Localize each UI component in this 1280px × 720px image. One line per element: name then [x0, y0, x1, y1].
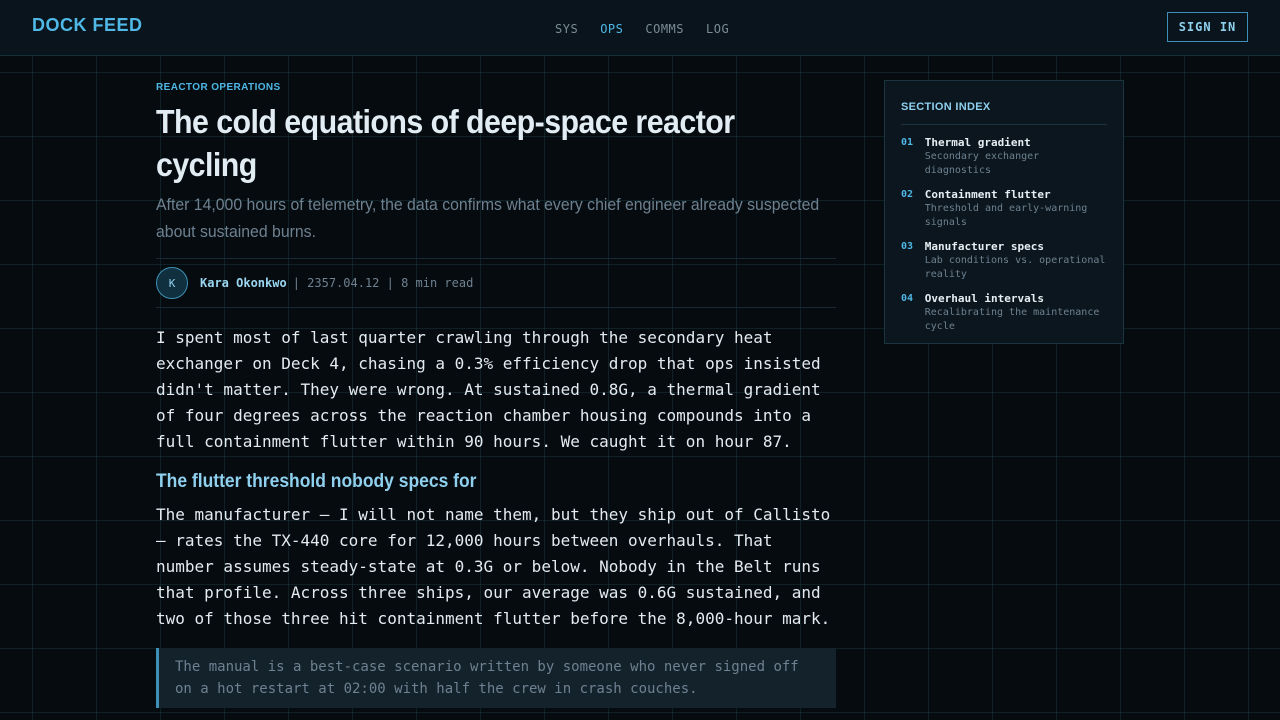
article-title: The cold equations of deep-space reactor… [156, 103, 735, 183]
article-dek: After 14,000 hours of telemetry, the dat… [156, 195, 820, 241]
article-meta: | 2357.04.12 | 8 min read [292, 276, 474, 290]
toc-item-number: 02 [901, 189, 914, 200]
nav-link-ops[interactable]: OPS [600, 22, 623, 36]
toc-item-number: 04 [901, 293, 914, 304]
toc-item-label: Thermal gradient [924, 136, 1031, 149]
article-paragraph-2: The manufacturer — I will not name them,… [156, 505, 831, 628]
toc-item-body: Thermal gradient Secondary exchanger dia… [925, 136, 1107, 177]
main-nav: SYS OPS COMMS LOG [555, 22, 729, 36]
toc-item-manufacturer-specs[interactable]: 03 Manufacturer specs Lab conditions vs.… [901, 240, 1107, 281]
nav-link-log[interactable]: LOG [706, 22, 729, 36]
author-name[interactable]: Kara Okonkwo [200, 276, 287, 290]
toc-item-body: Overhaul intervals Recalibrating the mai… [925, 292, 1107, 333]
article-subhead: The flutter threshold nobody specs for [156, 471, 477, 492]
toc-item-containment-flutter[interactable]: 02 Containment flutter Threshold and ear… [901, 188, 1107, 229]
toc-item-thermal-gradient[interactable]: 01 Thermal gradient Secondary exchanger … [901, 136, 1107, 177]
top-bar: DOCK FEED SYS OPS COMMS LOG SIGN IN [0, 0, 1280, 56]
nav-link-comms[interactable]: COMMS [645, 22, 684, 36]
toc-item-desc: Secondary exchanger diagnostics [924, 151, 1040, 176]
toc-item-label: Manufacturer specs [924, 240, 1044, 253]
toc-item-number: 03 [901, 241, 914, 252]
article-kicker[interactable]: REACTOR OPERATIONS [156, 82, 836, 93]
toc-item-desc: Recalibrating the maintenance cycle [924, 307, 1100, 332]
sign-in-button[interactable]: SIGN IN [1167, 12, 1248, 42]
section-index-title: SECTION INDEX [901, 101, 1107, 125]
toc-item-desc: Threshold and early-warning signals [924, 203, 1088, 228]
author-avatar[interactable]: K [156, 267, 188, 299]
toc-item-body: Manufacturer specs Lab conditions vs. op… [925, 240, 1107, 281]
pull-quote: The manual is a best-case scenario writt… [156, 648, 836, 708]
section-index: SECTION INDEX 01 Thermal gradient Second… [884, 80, 1124, 344]
toc-item-label: Overhaul intervals [924, 292, 1044, 305]
toc-item-body: Containment flutter Threshold and early-… [925, 188, 1107, 229]
toc-item-desc: Lab conditions vs. operational reality [924, 255, 1106, 280]
toc-item-label: Containment flutter [924, 188, 1051, 201]
byline: K Kara Okonkwo | 2357.04.12 | 8 min read [156, 258, 836, 308]
toc-item-number: 01 [901, 137, 914, 148]
article: REACTOR OPERATIONS The cold equations of… [156, 80, 836, 708]
article-paragraph-1: I spent most of last quarter crawling th… [156, 328, 821, 451]
site-logo[interactable]: DOCK FEED [32, 15, 143, 36]
toc-item-overhaul-intervals[interactable]: 04 Overhaul intervals Recalibrating the … [901, 292, 1107, 333]
nav-link-sys[interactable]: SYS [555, 22, 578, 36]
